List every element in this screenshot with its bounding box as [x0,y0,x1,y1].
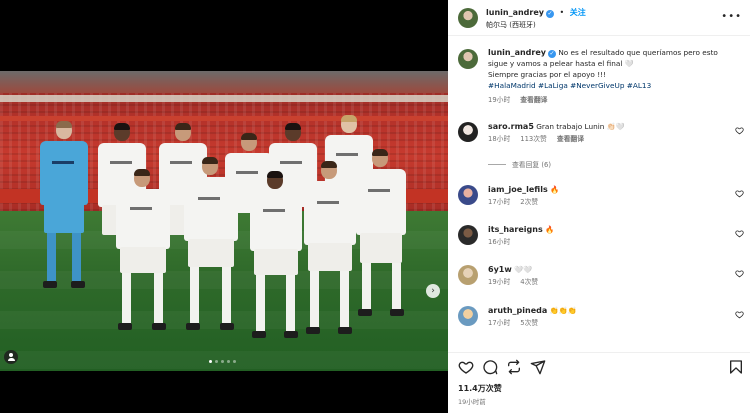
caption-time: 19小时 [488,96,511,104]
post-location[interactable]: 帕尔马 (西班牙) [486,20,536,30]
carousel-dot [227,360,230,363]
caption-text-line2: Siempre gracias por el apoyo !!! [488,70,606,79]
caption-hashtags[interactable]: #HalaMadrid #LaLiga #NeverGiveUp #AL13 [488,81,651,90]
comment-body: 6y1w 🤍🤍 19小时 4次赞 [488,264,724,288]
translate-link[interactable]: 查看翻译 [520,96,547,104]
like-comment-heart-icon[interactable] [735,269,744,278]
share-icon[interactable] [530,359,546,375]
player-figure [300,161,360,371]
translate-link[interactable]: 查看翻译 [557,135,584,143]
comment-username[interactable]: iam_joe_lefils [488,185,548,194]
separator: • [559,8,565,17]
commenter-avatar[interactable] [458,225,478,245]
comment-body: saro.rma5 Gran trabajo Lunin 👏🏻🤍 18小时 113… [488,121,724,145]
comment-username[interactable]: its_hareigns [488,225,543,234]
carousel-dot [209,360,212,363]
commenter-avatar[interactable] [458,265,478,285]
verified-badge-icon: ✓ [545,10,554,18]
comment-meta: 18小时 113次赞 查看翻译 [488,134,724,145]
commenter-avatar[interactable] [458,306,478,326]
like-heart-icon[interactable] [458,359,474,375]
carousel-dot [233,360,236,363]
comment-time: 17小时 [488,319,511,327]
caption-avatar[interactable] [458,49,478,69]
caption-body: lunin_andrey ✓ No es el resultado que que… [488,47,724,106]
comments-section: lunin_andrey ✓ No es el resultado que que… [448,37,750,343]
view-replies-button[interactable]: 查看回复 (6) [488,159,551,169]
verified-badge-icon: ✓ [547,50,556,58]
commenter-avatar[interactable] [458,122,478,142]
tagged-users-icon[interactable] [4,350,18,364]
more-options-icon[interactable]: ••• [721,11,742,22]
comment-body: iam_joe_lefils 🔥 17小时 2次赞 [488,184,724,208]
post-timestamp: 19小时前 [458,398,486,406]
player-figure [180,157,242,367]
comment-text: 🔥 [550,185,560,194]
comment-time: 18小时 [488,135,511,143]
carousel-dot [221,360,224,363]
comment-icon[interactable] [482,359,498,375]
post-actions [448,352,750,376]
comment-likes[interactable]: 113次赞 [520,135,547,143]
follow-button[interactable]: 关注 [570,8,586,17]
like-comment-heart-icon[interactable] [735,229,744,238]
comment-body: aruth_pineda 👏👏👏 17小时 5次赞 [488,305,724,329]
comment-text: Gran trabajo Lunin 👏🏻🤍 [536,122,625,131]
save-bookmark-icon[interactable] [728,359,744,375]
stand-banner [0,95,448,102]
comment-text: 🔥 [545,225,555,234]
comment-likes[interactable]: 5次赞 [520,319,538,327]
next-slide-button[interactable]: › [426,284,440,298]
comment-username[interactable]: aruth_pineda [488,306,547,315]
comment-time: 16小时 [488,238,511,246]
comment-text: 👏👏👏 [549,306,577,315]
comment-meta: 19小时 4次赞 [488,277,724,288]
post-media: › [0,0,448,413]
author-avatar[interactable] [458,8,478,28]
likes-count[interactable]: 11.4万次赞 [458,383,502,394]
comment-meta: 17小时 2次赞 [488,197,724,208]
comment-text: 🤍🤍 [514,265,533,274]
comment-likes[interactable]: 2次赞 [520,198,538,206]
author-username[interactable]: lunin_andrey [486,8,544,17]
player-figure [352,149,412,369]
team-photo[interactable]: › [0,71,448,371]
stand-roof [0,71,448,93]
goalkeeper-figure [36,121,92,341]
commenter-avatar[interactable] [458,185,478,205]
player-figure [112,169,174,369]
caption-meta: 19小时 查看翻译 [488,95,724,106]
comment-username[interactable]: 6y1w [488,265,512,274]
carousel-indicator [209,360,236,363]
post-panel: lunin_andrey ✓ • 关注 帕尔马 (西班牙) ••• lunin_a… [448,0,750,413]
comment-time: 17小时 [488,198,511,206]
comment-meta: 16小时 [488,237,724,248]
comment-meta: 17小时 5次赞 [488,318,724,329]
post-header: lunin_andrey ✓ • 关注 帕尔马 (西班牙) ••• [448,0,750,36]
player-figure [246,171,306,371]
carousel-dot [215,360,218,363]
caption-username[interactable]: lunin_andrey [488,48,546,57]
comment-body: its_hareigns 🔥 16小时 [488,224,724,248]
comment-time: 19小时 [488,278,511,286]
comment-username[interactable]: saro.rma5 [488,122,534,131]
like-comment-heart-icon[interactable] [735,310,744,319]
comment-likes[interactable]: 4次赞 [520,278,538,286]
like-comment-heart-icon[interactable] [735,126,744,135]
repost-icon[interactable] [506,359,522,375]
author-info: lunin_andrey ✓ • 关注 [486,7,586,18]
like-comment-heart-icon[interactable] [735,189,744,198]
